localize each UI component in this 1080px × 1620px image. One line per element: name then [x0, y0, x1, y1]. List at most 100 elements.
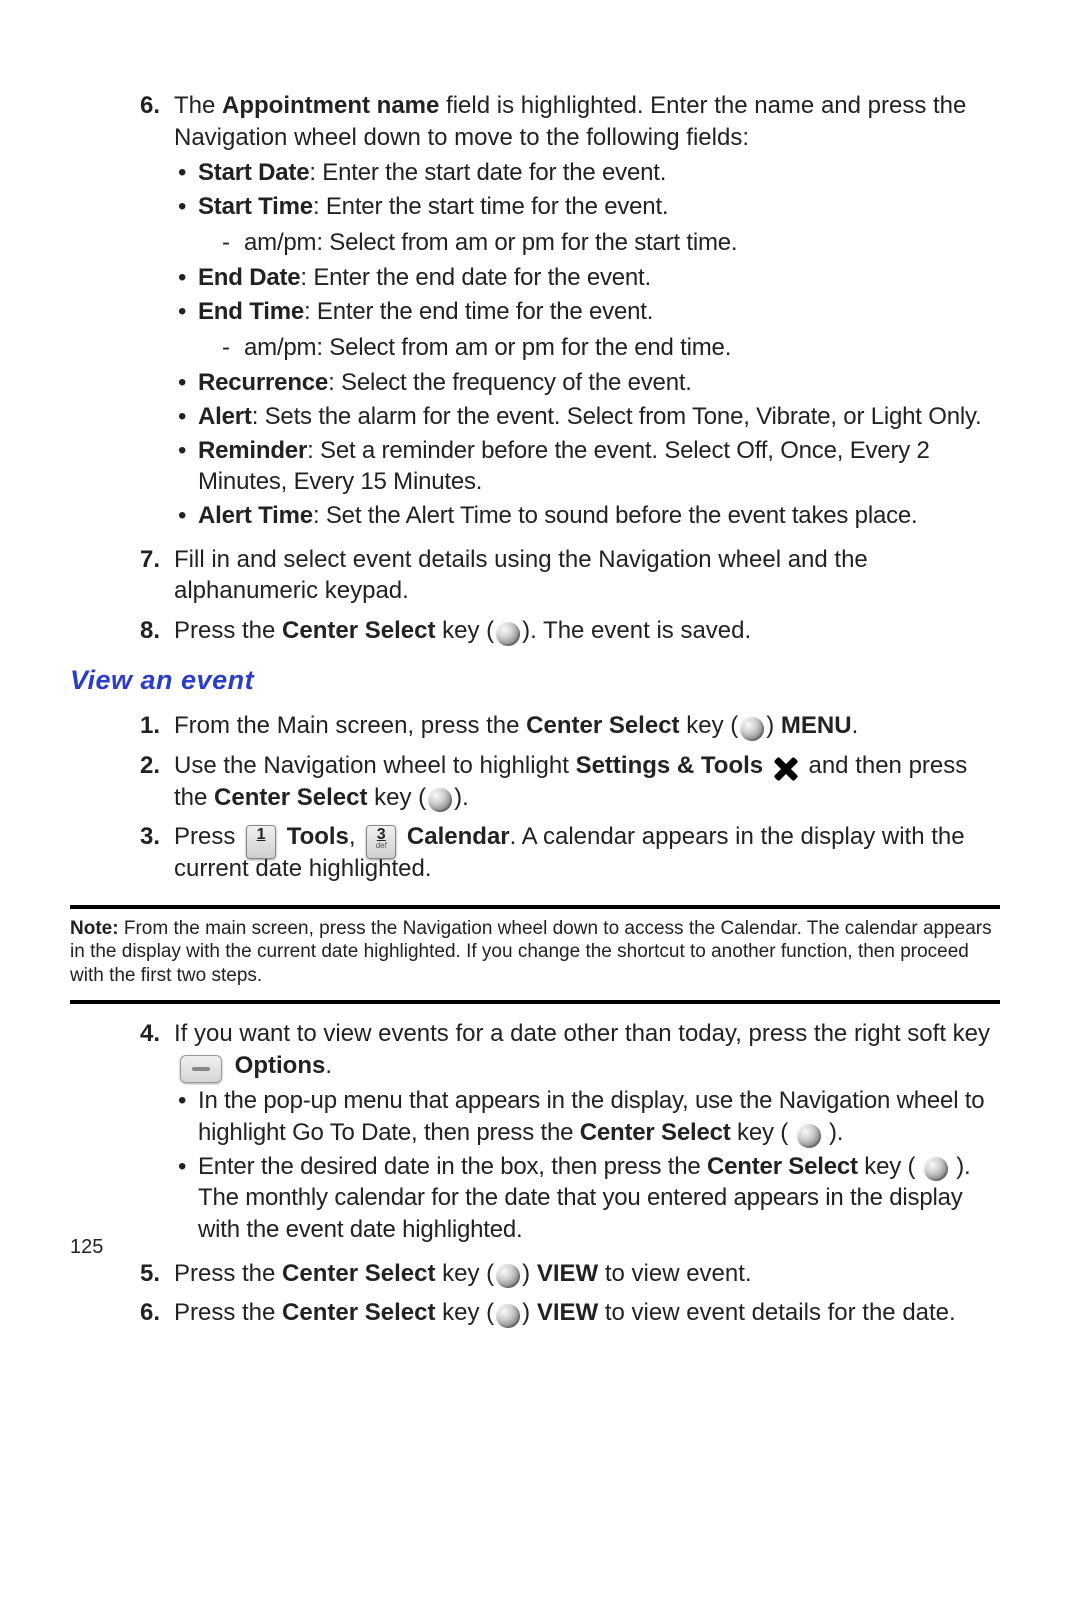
bold-text: VIEW	[537, 1260, 598, 1287]
step-8: 8. Press the Center Select key ( ). The e…	[70, 615, 1000, 647]
text: : Select the frequency of the event.	[328, 369, 692, 396]
step-2: 2. Use the Navigation wheel to highlight…	[70, 750, 1000, 813]
bullet: Alert Time: Set the Alert Time to sound …	[174, 500, 1000, 532]
step-number: 1.	[70, 710, 174, 742]
text: key (	[435, 1299, 494, 1326]
text: : Set a reminder before the event. Selec…	[198, 437, 930, 496]
bold-text: End Time	[198, 298, 304, 325]
bold-text: Center Select	[282, 617, 435, 644]
page-number: 125	[70, 1234, 103, 1260]
bullet: Enter the desired date in the box, then …	[174, 1151, 1000, 1246]
field-bullets: Start Date: Enter the start date for the…	[174, 157, 1000, 531]
center-select-icon	[496, 622, 520, 646]
step-body: If you want to view events for a date ot…	[174, 1018, 1000, 1250]
dash: am/pm: Select from am or pm for the star…	[206, 227, 1000, 259]
bold-text: Alert Time	[198, 502, 313, 529]
bullet: End Time: Enter the end time for the eve…	[174, 296, 1000, 363]
step-number: 4.	[70, 1018, 174, 1250]
text: Press the	[174, 1299, 282, 1326]
bold-text: VIEW	[537, 1299, 598, 1326]
text: )	[766, 712, 781, 739]
bold-text: Center Select	[282, 1260, 435, 1287]
step-body: Fill in and select event details using t…	[174, 544, 1000, 607]
bold-text: Settings & Tools	[576, 752, 764, 779]
text: ). The event is saved.	[522, 617, 751, 644]
bold-text: Appointment name	[222, 92, 439, 119]
key-main: 3	[367, 826, 395, 842]
bold-text: Center Select	[526, 712, 679, 739]
right-soft-key-icon	[180, 1055, 222, 1083]
bold-text: Center Select	[282, 1299, 435, 1326]
step-5: 5. Press the Center Select key () VIEW t…	[70, 1258, 1000, 1290]
bullet: Recurrence: Select the frequency of the …	[174, 367, 1000, 399]
step-body: Press the Center Select key ( ). The even…	[174, 615, 1000, 647]
bold-text: Alert	[198, 403, 252, 430]
text: key (	[367, 784, 426, 811]
text: Press the	[174, 617, 282, 644]
text: The	[174, 92, 222, 119]
text: ).	[823, 1119, 844, 1146]
text: ,	[349, 823, 362, 850]
keypad-3-icon: 3def	[366, 825, 396, 859]
note-text: From the main screen, press the Navigati…	[70, 918, 992, 987]
text: )	[522, 1260, 537, 1287]
text: : Enter the start time for the event.	[313, 193, 668, 220]
step-number: 8.	[70, 615, 174, 647]
text: : Enter the start date for the event.	[309, 159, 666, 186]
step-7: 7. Fill in and select event details usin…	[70, 544, 1000, 607]
bold-text: Calendar	[407, 823, 510, 850]
step-number: 2.	[70, 750, 174, 813]
text: Use the Navigation wheel to highlight	[174, 752, 576, 779]
bold-text: Center Select	[580, 1119, 731, 1146]
dash: am/pm: Select from am or pm for the end …	[206, 332, 1000, 364]
text: ).	[454, 784, 469, 811]
bold-text: MENU	[781, 712, 852, 739]
center-select-icon	[740, 717, 764, 741]
step-number: 6.	[70, 90, 174, 536]
text: key (	[435, 1260, 494, 1287]
center-select-icon	[496, 1264, 520, 1288]
step-body: The Appointment name field is highlighte…	[174, 90, 1000, 536]
bullet: Start Date: Enter the start date for the…	[174, 157, 1000, 189]
center-select-icon	[496, 1304, 520, 1328]
bullet: In the pop-up menu that appears in the d…	[174, 1085, 1000, 1148]
text: key (	[680, 712, 739, 739]
step-6: 6. The Appointment name field is highlig…	[70, 90, 1000, 536]
step-6b: 6. Press the Center Select key () VIEW t…	[70, 1297, 1000, 1329]
settings-tools-icon	[772, 757, 800, 781]
step-number: 3.	[70, 821, 174, 884]
bold-text: Center Select	[214, 784, 367, 811]
sub-dashes: am/pm: Select from am or pm for the star…	[198, 227, 1000, 259]
note-block: Note: From the main screen, press the Na…	[70, 905, 1000, 1004]
text: key (	[435, 617, 494, 644]
text: Press	[174, 823, 242, 850]
bold-text: Start Date	[198, 159, 309, 186]
text: )	[522, 1299, 537, 1326]
manual-page: 6. The Appointment name field is highlig…	[0, 0, 1080, 1620]
bold-text: Recurrence	[198, 369, 328, 396]
text: If you want to view events for a date ot…	[174, 1020, 990, 1047]
bullet: Alert: Sets the alarm for the event. Sel…	[174, 401, 1000, 433]
center-select-icon	[924, 1157, 948, 1181]
text: : Enter the end date for the event.	[300, 264, 651, 291]
text: : Enter the end time for the event.	[304, 298, 653, 325]
text: key (	[858, 1153, 922, 1180]
options-bullets: In the pop-up menu that appears in the d…	[174, 1085, 1000, 1245]
bold-text: Start Time	[198, 193, 313, 220]
sub-dashes: am/pm: Select from am or pm for the end …	[198, 332, 1000, 364]
procedure-list-continued: 6. The Appointment name field is highlig…	[70, 90, 1000, 647]
text: : Sets the alarm for the event. Select f…	[252, 403, 982, 430]
key-sub: def	[367, 842, 395, 850]
text: .	[325, 1052, 332, 1079]
step-number: 5.	[70, 1258, 174, 1290]
step-3: 3. Press 1 Tools, 3def Calendar. A calen…	[70, 821, 1000, 884]
text: From the Main screen, press the	[174, 712, 526, 739]
keypad-1-icon: 1	[246, 825, 276, 859]
bold-text: Options	[235, 1052, 326, 1079]
step-body: Press the Center Select key () VIEW to v…	[174, 1258, 1000, 1290]
step-body: Use the Navigation wheel to highlight Se…	[174, 750, 1000, 813]
step-body: From the Main screen, press the Center S…	[174, 710, 1000, 742]
bold-text: Center Select	[707, 1153, 858, 1180]
text: Press the	[174, 1260, 282, 1287]
view-event-list-cont: 4. If you want to view events for a date…	[70, 1018, 1000, 1329]
